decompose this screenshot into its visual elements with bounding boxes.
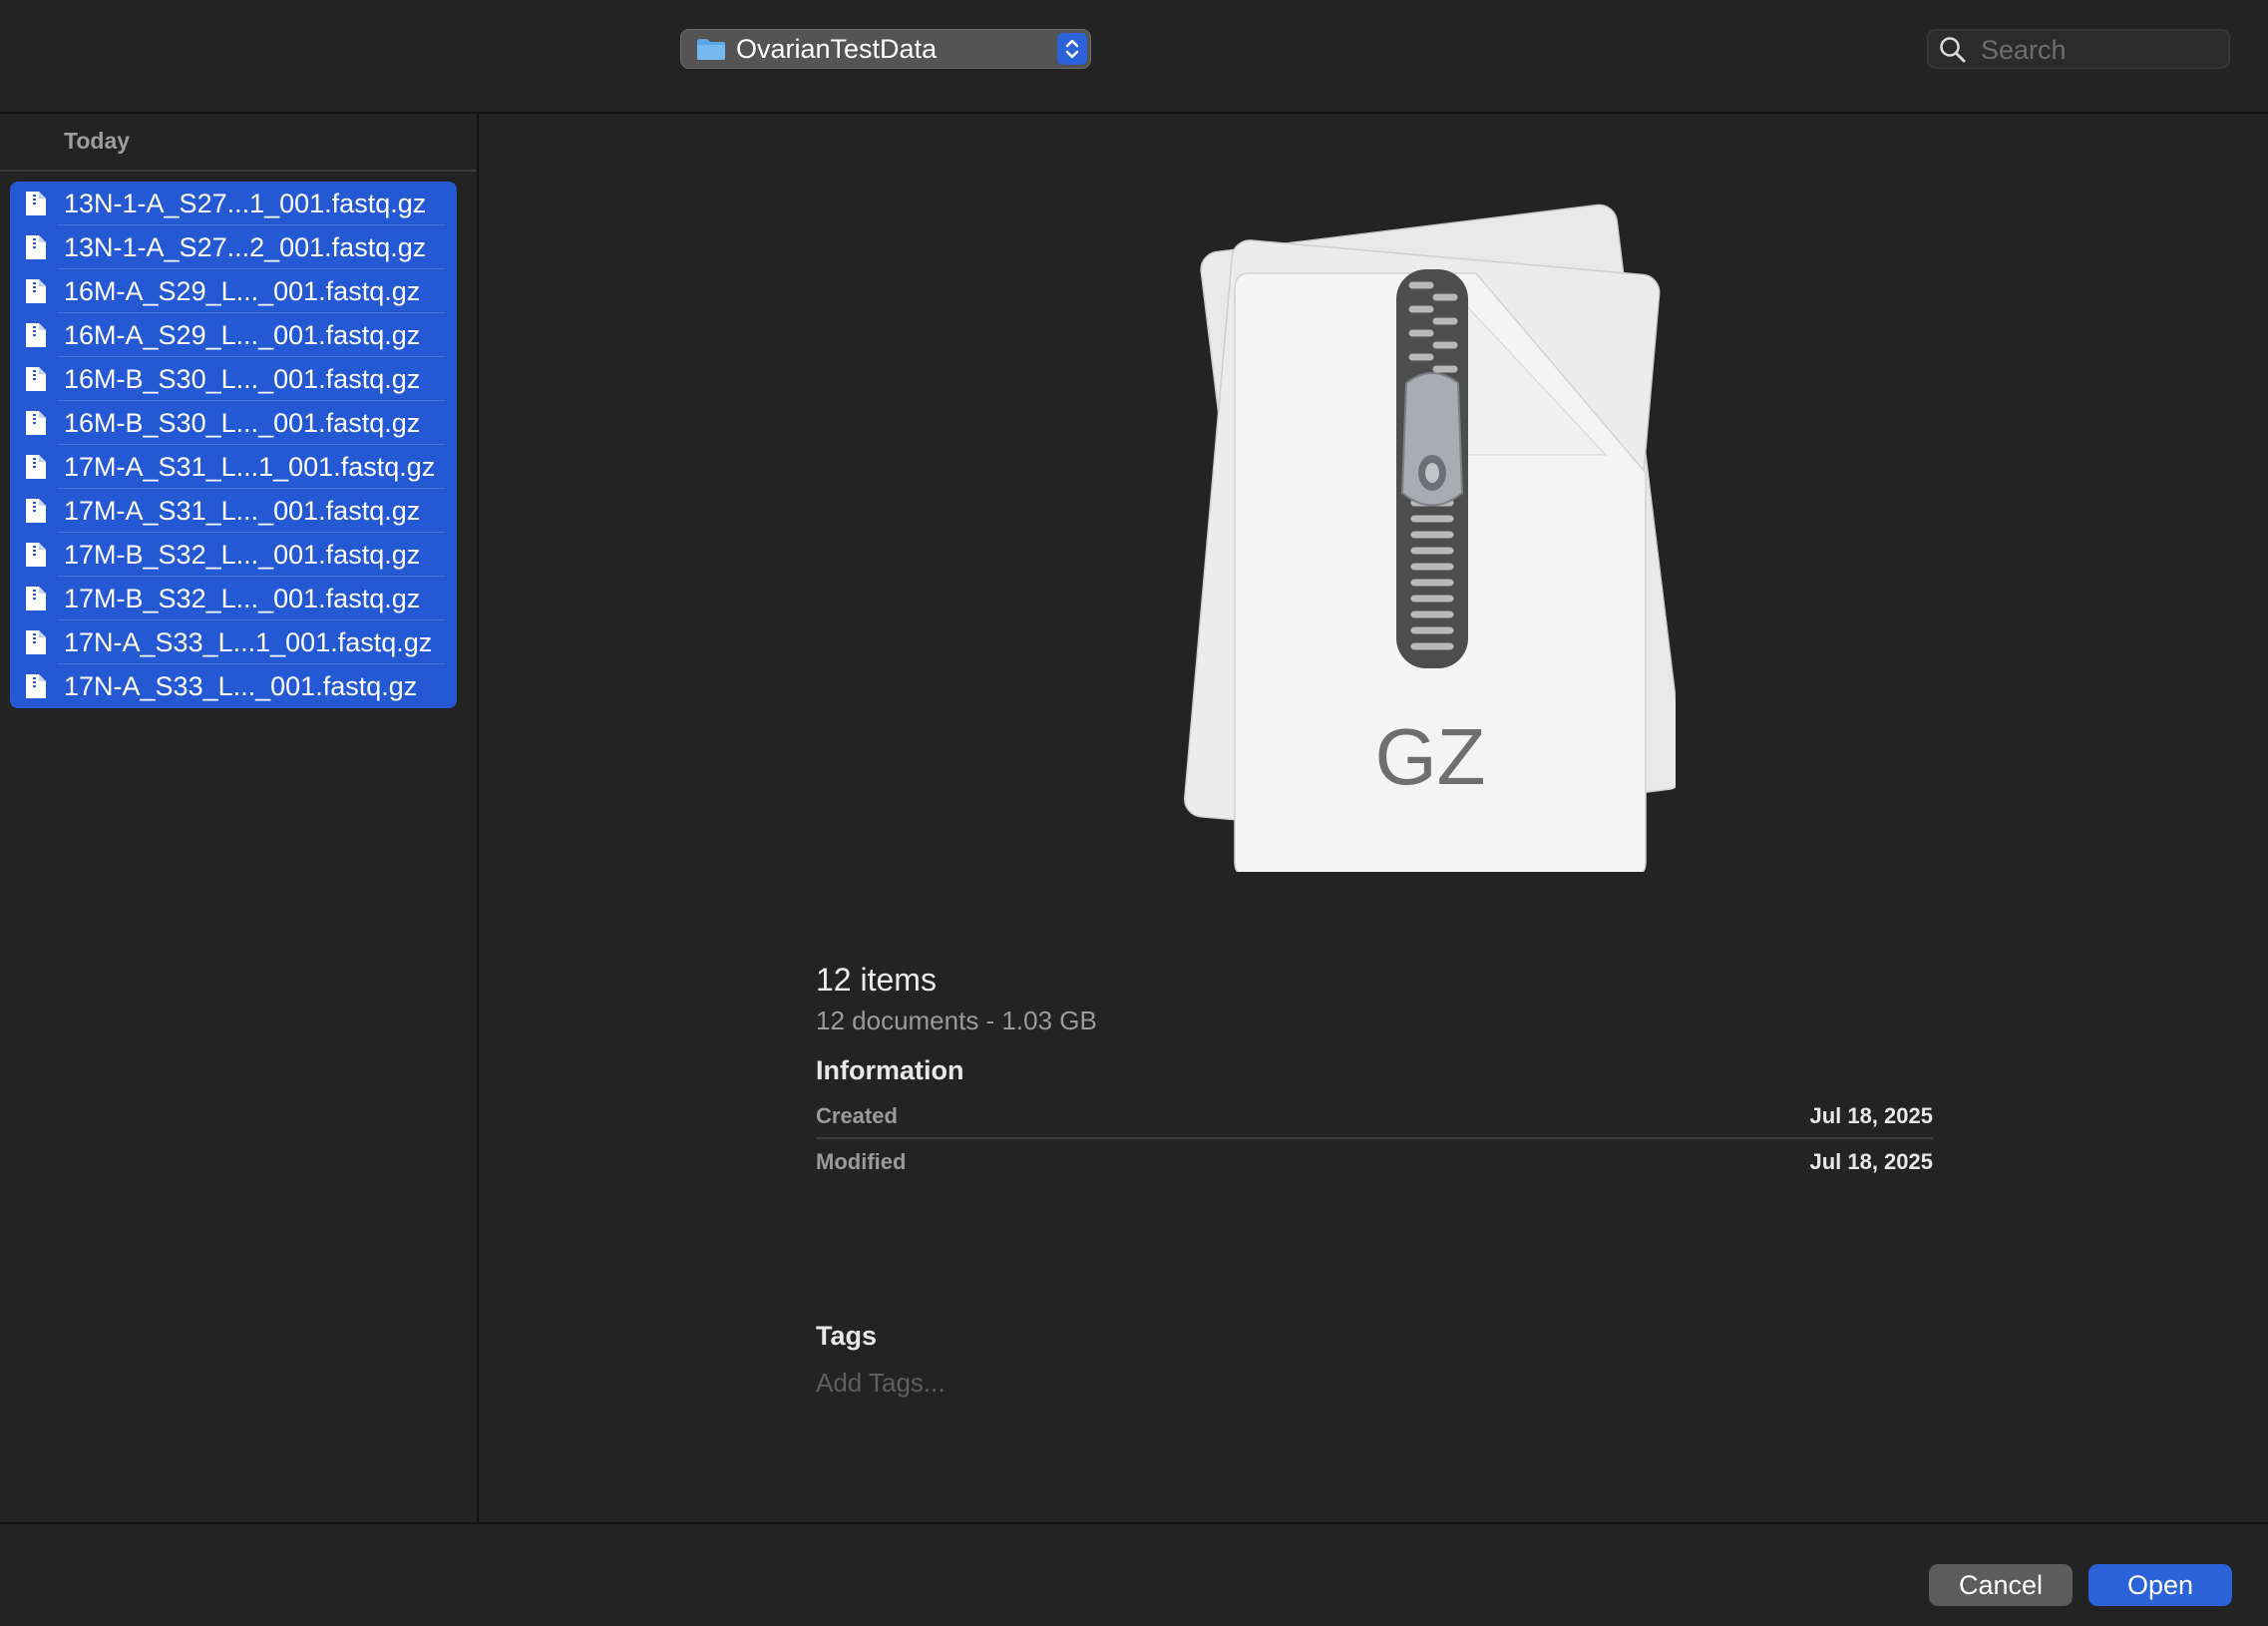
- file-name: 17M-A_S31_L...1_001.fastq.gz: [64, 452, 436, 482]
- file-list-item[interactable]: 17M-B_S32_L..._001.fastq.gz: [10, 577, 457, 620]
- document-icon: [26, 630, 46, 654]
- document-icon: [26, 587, 46, 610]
- file-name: 16M-A_S29_L..._001.fastq.gz: [64, 320, 421, 350]
- preview-pane: GZ 12 items 12 documents - 1.03 GB Infor…: [479, 114, 2268, 1522]
- modified-value: Jul 18, 2025: [1809, 1149, 1933, 1174]
- preview-icon-label: GZ: [1374, 712, 1485, 801]
- selected-files-list: 13N-1-A_S27...1_001.fastq.gz 13N-1-A_S27.…: [10, 182, 457, 708]
- document-icon: [26, 499, 46, 523]
- tags-input[interactable]: [816, 1365, 1235, 1401]
- cancel-button[interactable]: Cancel: [1929, 1564, 2073, 1606]
- file-name: 17M-B_S32_L..._001.fastq.gz: [64, 584, 421, 613]
- file-list-item[interactable]: 16M-B_S30_L..._001.fastq.gz: [10, 357, 457, 401]
- file-name: 17N-A_S33_L...1_001.fastq.gz: [64, 627, 433, 657]
- group-header: Today: [0, 114, 477, 172]
- archive-zip-icon: GZ: [1184, 203, 1676, 872]
- file-list-item[interactable]: 13N-1-A_S27...1_001.fastq.gz: [10, 182, 457, 225]
- folder-icon: [697, 39, 725, 60]
- modified-label: Modified: [816, 1149, 907, 1174]
- open-button[interactable]: Open: [2088, 1564, 2232, 1606]
- selection-title: 12 items: [816, 962, 937, 998]
- search-input[interactable]: [1979, 31, 2222, 69]
- tags-heading: Tags: [816, 1321, 878, 1351]
- file-name: 16M-B_S30_L..._001.fastq.gz: [64, 408, 421, 438]
- open-file-dialog: OvarianTestData Today 13N-1-A_S27...1_00…: [0, 0, 2268, 1626]
- file-list-item[interactable]: 17M-B_S32_L..._001.fastq.gz: [10, 533, 457, 577]
- selection-summary: 12 documents - 1.03 GB: [816, 1006, 1097, 1035]
- file-name: 16M-A_S29_L..._001.fastq.gz: [64, 276, 421, 306]
- search-field[interactable]: [1927, 29, 2230, 69]
- toolbar: OvarianTestData: [0, 0, 2268, 114]
- file-list-item[interactable]: 17M-A_S31_L...1_001.fastq.gz: [10, 445, 457, 489]
- document-icon: [26, 411, 46, 435]
- file-name: 13N-1-A_S27...2_001.fastq.gz: [64, 232, 427, 262]
- location-label: OvarianTestData: [736, 34, 938, 64]
- search-icon: [1940, 37, 1966, 63]
- dialog-footer: Cancel Open: [0, 1522, 2268, 1626]
- file-name: 17M-A_S31_L..._001.fastq.gz: [64, 496, 421, 526]
- file-list-item[interactable]: 16M-A_S29_L..._001.fastq.gz: [10, 313, 457, 357]
- file-list-item[interactable]: 17N-A_S33_L...1_001.fastq.gz: [10, 620, 457, 664]
- document-icon: [26, 279, 46, 303]
- file-list-item[interactable]: 16M-B_S30_L..._001.fastq.gz: [10, 401, 457, 445]
- location-stepper[interactable]: [1057, 33, 1087, 65]
- file-name: 16M-B_S30_L..._001.fastq.gz: [64, 364, 421, 394]
- created-label: Created: [816, 1103, 898, 1128]
- file-name: 17M-B_S32_L..._001.fastq.gz: [64, 540, 421, 570]
- document-icon: [26, 192, 46, 215]
- file-list-pane: Today 13N-1-A_S27...1_001.fastq.gz 13N-1-…: [0, 114, 479, 1522]
- file-list-item[interactable]: 16M-A_S29_L..._001.fastq.gz: [10, 269, 457, 313]
- location-popup-button[interactable]: OvarianTestData: [680, 29, 1091, 69]
- file-name: 17N-A_S33_L..._001.fastq.gz: [64, 671, 418, 701]
- document-icon: [26, 674, 46, 698]
- document-icon: [26, 367, 46, 391]
- created-value: Jul 18, 2025: [1809, 1103, 1933, 1128]
- info-divider: [816, 1137, 1933, 1139]
- document-icon: [26, 455, 46, 479]
- file-list-item[interactable]: 17M-A_S31_L..._001.fastq.gz: [10, 489, 457, 533]
- file-list-item[interactable]: 13N-1-A_S27...2_001.fastq.gz: [10, 225, 457, 269]
- file-list-item[interactable]: 17N-A_S33_L..._001.fastq.gz: [10, 664, 457, 708]
- information-heading: Information: [816, 1055, 964, 1085]
- up-down-chevron-icon: [1065, 39, 1079, 59]
- document-icon: [26, 235, 46, 259]
- document-icon: [26, 323, 46, 347]
- group-header-label: Today: [64, 128, 131, 154]
- document-icon: [26, 543, 46, 567]
- file-name: 13N-1-A_S27...1_001.fastq.gz: [64, 189, 427, 218]
